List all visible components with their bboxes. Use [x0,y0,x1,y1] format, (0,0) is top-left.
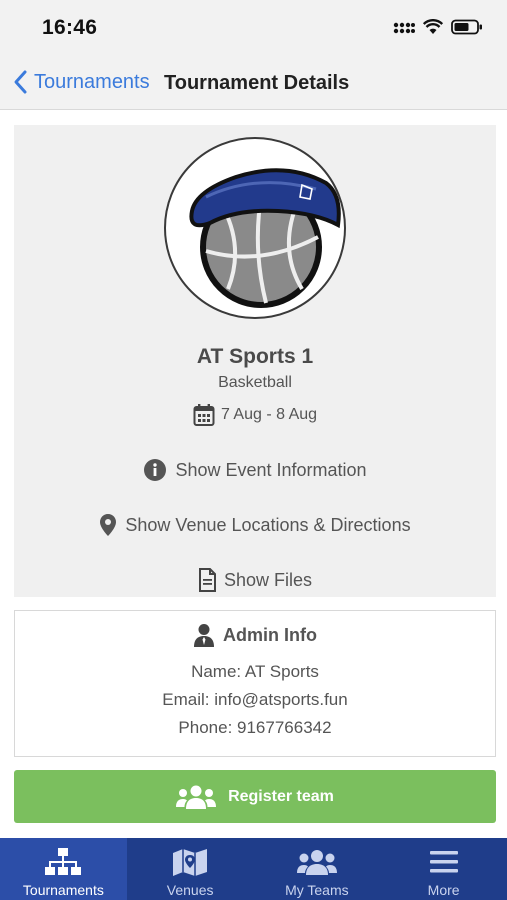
status-icons [393,19,483,35]
tab-bar: Tournaments Venues My Teams More [0,838,507,900]
admin-email: Email: info@atsports.fun [162,690,348,709]
tab-venues[interactable]: Venues [127,838,254,900]
status-bar: 16:46 [0,0,507,56]
register-team-label: Register team [228,787,334,805]
event-date-range: 7 Aug - 8 Aug [220,406,318,423]
calendar-icon [193,404,215,426]
show-files-link[interactable]: Show Files [14,568,496,592]
menu-icon [429,851,458,873]
tab-venues-label: Venues [166,882,214,898]
tab-tournaments[interactable]: Tournaments [0,838,127,900]
back-label: Tournaments [34,70,150,93]
users-icon [176,785,217,809]
wifi-icon [423,19,443,34]
nav-bar: Tournaments Tournament Details [0,56,507,110]
admin-info-card: Admin Info Name: AT Sports Email: info@a… [14,610,496,757]
register-team-button[interactable]: Register team [14,770,496,823]
tab-more-label: More [427,882,460,898]
battery-icon [451,19,482,35]
show-venue-locations-link[interactable]: Show Venue Locations & Directions [14,513,496,537]
admin-info-title: Admin Info [223,624,317,645]
map-icon [173,849,208,876]
show-venue-locations-label: Show Venue Locations & Directions [125,514,411,535]
admin-phone: Phone: 9167766342 [178,718,332,737]
back-button[interactable]: Tournaments [10,68,150,96]
event-dates: 7 Aug - 8 Aug [14,403,496,427]
tab-my-teams[interactable]: My Teams [254,838,381,900]
page-title: Tournament Details [164,72,350,94]
show-files-label: Show Files [223,569,313,590]
event-logo [164,137,346,319]
show-event-info-link[interactable]: Show Event Information [14,458,496,482]
chevron-left-icon [14,70,27,94]
admin-name: Name: AT Sports [191,662,319,681]
tab-more[interactable]: More [380,838,507,900]
event-card: AT Sports 1 Basketball 7 Aug - 8 Aug Sho… [14,125,496,597]
event-name: AT Sports 1 [196,345,314,368]
tab-tournaments-label: Tournaments [22,882,104,898]
admin-info-heading: Admin Info [15,623,495,647]
file-icon [198,568,216,592]
cellular-signal-icon [393,22,415,34]
map-pin-icon [100,514,117,536]
status-time: 16:46 [42,16,98,39]
org-chart-icon [45,848,82,875]
user-tie-icon [194,624,214,647]
main-content: AT Sports 1 Basketball 7 Aug - 8 Aug Sho… [0,110,507,838]
show-event-info-label: Show Event Information [175,459,367,480]
event-sport: Basketball [218,374,292,391]
tab-my-teams-label: My Teams [285,882,349,898]
info-icon [144,459,167,481]
users-icon [296,850,337,875]
basketball-cap-logo-icon [189,168,341,308]
